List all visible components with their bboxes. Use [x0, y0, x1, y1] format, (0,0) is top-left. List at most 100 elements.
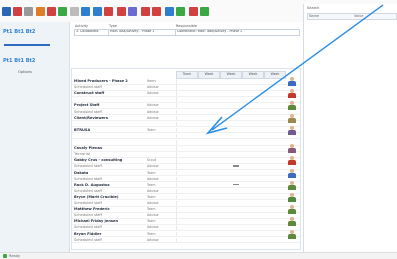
row-cells[interactable] — [176, 225, 281, 230]
column-header-3[interactable]: Week — [220, 71, 242, 79]
row-cells[interactable] — [176, 97, 281, 102]
row-cells[interactable] — [176, 127, 281, 133]
row-cells[interactable] — [176, 164, 281, 169]
table-row[interactable]: Tecnorial — [72, 152, 300, 158]
calendar-icon[interactable] — [104, 7, 113, 16]
row-cells[interactable] — [176, 103, 281, 108]
table-row[interactable]: Scheduled staff Advisor — [72, 85, 300, 91]
table-row[interactable]: Matthew Frederic Team — [72, 205, 300, 215]
table-row[interactable]: Bryan Fiddler Team — [72, 229, 300, 239]
row-cells[interactable] — [176, 91, 281, 96]
row-cells[interactable] — [176, 170, 281, 176]
table-row[interactable]: Scheduled staff Advisor — [72, 237, 300, 244]
map-icon[interactable] — [152, 7, 161, 16]
table-row[interactable]: Scheduled staff Advisor — [72, 176, 300, 183]
right-panel-col-name[interactable]: Name — [309, 14, 319, 18]
table-row[interactable]: Cavaly Pienas — [72, 144, 300, 154]
table-row[interactable]: Project Staff Advisor — [72, 101, 300, 111]
row-cells[interactable] — [176, 85, 281, 90]
table-row[interactable]: Scheduled staff Advisor — [72, 213, 300, 219]
paste-icon[interactable] — [47, 7, 56, 16]
table-row[interactable] — [72, 140, 300, 146]
row-cells[interactable] — [176, 152, 281, 157]
table-row[interactable]: Bryce (Marti Crucible) Team — [72, 192, 300, 202]
table-row[interactable]: Scheduled staff Advisor — [72, 201, 300, 207]
column-header-5[interactable]: Week — [264, 71, 286, 79]
activity-header: Activity Type Responsible 3. Collaborate… — [71, 22, 301, 64]
row-value: Advisor — [147, 188, 159, 193]
cut-icon[interactable] — [58, 7, 67, 16]
row-cells[interactable] — [176, 79, 281, 84]
table-row[interactable] — [72, 121, 300, 128]
row-value: Team — [147, 170, 156, 175]
copy-icon[interactable] — [36, 7, 45, 16]
row-cells[interactable] — [176, 121, 281, 127]
row-cells[interactable] — [176, 207, 281, 212]
group-icon[interactable] — [93, 7, 102, 16]
globe-icon[interactable] — [165, 7, 174, 16]
activity-field[interactable]: 3. Collaborate — [74, 29, 110, 36]
row-cells[interactable] — [176, 109, 281, 115]
column-header-2[interactable]: Week — [198, 71, 220, 79]
row-cells[interactable] — [176, 201, 281, 206]
row-cells[interactable] — [176, 133, 281, 139]
row-cells[interactable] — [176, 219, 281, 224]
row-cells[interactable] — [176, 188, 281, 194]
network-icon[interactable] — [141, 7, 150, 16]
row-cells[interactable] — [176, 194, 281, 200]
table-row[interactable] — [72, 97, 300, 103]
row-cells[interactable] — [176, 237, 281, 243]
row-cells[interactable] — [176, 176, 281, 182]
pin-icon[interactable] — [117, 7, 126, 16]
nav-row-primary[interactable]: Pt1 Bt1 Bt2 — [3, 28, 67, 37]
row-cells[interactable] — [176, 182, 281, 188]
right-panel-col-value[interactable]: Value — [354, 14, 363, 18]
table-row[interactable] — [72, 133, 300, 140]
flag-icon[interactable] — [189, 7, 198, 16]
row-name: Construct staff — [74, 91, 105, 96]
selection-bar — [4, 44, 50, 46]
type-field[interactable]: Main Task/Activity - Phase 1 — [108, 29, 176, 36]
table-row[interactable]: Dakota Team — [72, 168, 300, 178]
nav-row-secondary[interactable]: Pt1 Bt1 Bt2 — [3, 57, 67, 66]
image-icon[interactable] — [176, 7, 185, 16]
table-row[interactable]: Scheduled staff Advisor — [72, 164, 300, 170]
add-icon[interactable] — [200, 7, 209, 16]
row-cells[interactable] — [176, 158, 281, 163]
row-value: Team — [147, 231, 156, 236]
table-row[interactable]: Rock D. Augustus Team — [72, 180, 300, 190]
row-cells[interactable] — [176, 213, 281, 218]
column-header-4[interactable]: Week — [242, 71, 264, 79]
row-name: Scheduled staff — [74, 188, 102, 193]
row-name: Matthew Frederic — [74, 207, 110, 212]
row-cells[interactable] — [176, 231, 281, 237]
assignment-marker[interactable] — [233, 183, 239, 186]
row-cells[interactable] — [176, 115, 281, 121]
refresh-icon[interactable] — [70, 7, 79, 16]
doc-icon[interactable] — [13, 7, 22, 16]
column-header-1[interactable]: Team — [176, 71, 198, 79]
row-cells[interactable] — [176, 146, 281, 151]
table-row[interactable]: BTRUSA Team — [72, 125, 300, 135]
row-value: Team — [147, 182, 156, 187]
row-name: Michael Friday Jensen — [74, 219, 119, 224]
right-panel-header: Name Value — [307, 13, 397, 20]
table-row[interactable]: Construct staff Advisor — [72, 89, 300, 99]
row-value: Advisor — [147, 201, 159, 205]
table-row[interactable]: Scheduled staff Advisor — [72, 109, 300, 116]
save-icon[interactable] — [2, 7, 11, 16]
table-row[interactable]: Scheduled staff Advisor — [72, 225, 300, 231]
assignment-marker[interactable] — [233, 165, 239, 167]
table-row[interactable]: Mixed Producers - Phase 2 Items — [72, 77, 300, 86]
row-value: Team — [147, 127, 156, 132]
table-row[interactable]: Gabby Crus - consulting Scout — [72, 156, 300, 166]
row-cells[interactable] — [176, 140, 281, 145]
table-row[interactable]: Michael Friday Jensen Team — [72, 217, 300, 227]
edit-icon[interactable] — [24, 7, 33, 16]
table-row[interactable]: Client/Reviewers Advisor — [72, 113, 300, 123]
responsible-field[interactable]: Coordinator: Main Task/Activity - Phase … — [175, 29, 300, 36]
table-row[interactable]: Scheduled staff Advisor — [72, 188, 300, 195]
people-icon[interactable] — [81, 7, 90, 16]
chart-icon[interactable] — [128, 7, 137, 16]
nav-row-primary-label: Pt1 Bt1 Bt2 — [3, 29, 36, 35]
